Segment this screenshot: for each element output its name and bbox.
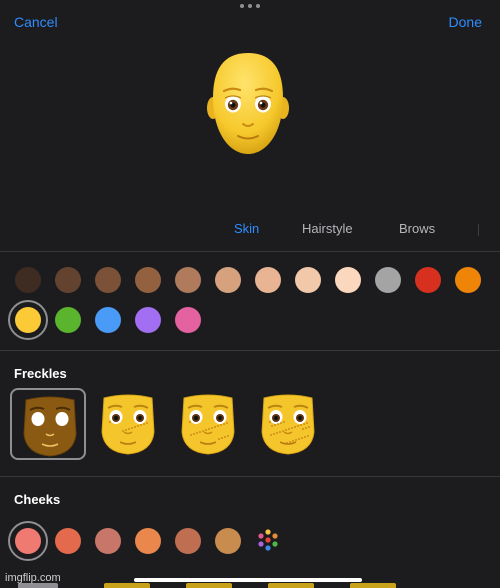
category-tabs: Skin Hairstyle Brows [0,221,500,239]
skin-color-swatch[interactable] [95,267,121,293]
skin-color-swatch[interactable] [415,267,441,293]
skin-color-swatch[interactable] [175,307,201,333]
skin-color-swatch[interactable] [55,267,81,293]
divider [0,476,500,477]
freckles-title: Freckles [14,366,67,381]
skin-color-swatch[interactable] [375,267,401,293]
cheeks-title: Cheeks [14,492,61,507]
skin-color-swatch[interactable] [455,267,481,293]
grabber-icon[interactable] [240,3,260,9]
freckles-option-medium[interactable] [170,388,246,460]
skin-color-swatch[interactable] [15,267,41,293]
home-indicator[interactable] [134,578,362,582]
tab-hairstyle[interactable]: Hairstyle [302,221,353,236]
tab-skin[interactable]: Skin [234,221,259,236]
skin-color-swatch[interactable] [135,267,161,293]
cancel-button[interactable]: Cancel [14,14,58,30]
skin-color-swatch[interactable] [55,307,81,333]
skin-color-swatch[interactable] [175,267,201,293]
skin-color-swatch[interactable] [215,267,241,293]
tab-brows[interactable]: Brows [399,221,435,236]
multicolor-picker-icon[interactable] [255,527,281,553]
divider [0,350,500,351]
memoji-editor-sheet: Cancel Done Skin Hairstyle Brows Freckle… [0,0,500,588]
freckles-option-none[interactable] [10,388,86,460]
cheek-color-swatch[interactable] [135,528,161,554]
skin-color-swatch[interactable] [135,307,161,333]
skin-color-swatch[interactable] [335,267,361,293]
cheek-color-swatch[interactable] [215,528,241,554]
memoji-preview [205,50,291,160]
skin-color-swatch[interactable] [15,307,41,333]
skin-color-swatch[interactable] [255,267,281,293]
freckles-option-heavy[interactable] [250,388,326,460]
cheek-color-swatch[interactable] [15,528,41,554]
skin-color-swatch[interactable] [95,307,121,333]
freckles-option-light[interactable] [90,388,166,460]
tab-overflow[interactable] [478,224,486,236]
divider [0,251,500,252]
cheek-color-swatch[interactable] [95,528,121,554]
done-button[interactable]: Done [449,14,482,30]
cheek-color-swatch[interactable] [175,528,201,554]
cheek-color-swatch[interactable] [55,528,81,554]
watermark: imgflip.com [5,572,61,584]
skin-color-swatch[interactable] [295,267,321,293]
next-section-preview [0,583,500,588]
